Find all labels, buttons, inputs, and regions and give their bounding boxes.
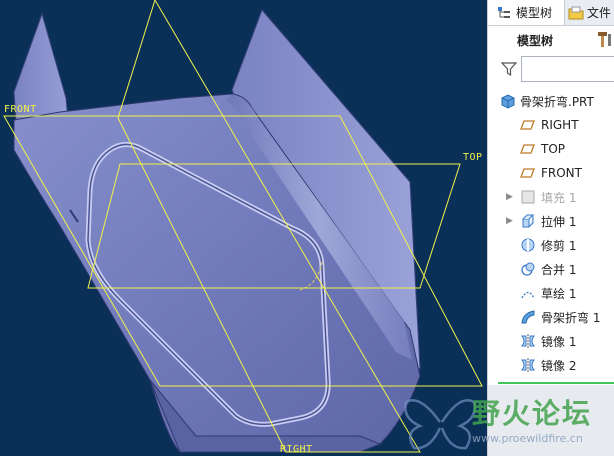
tree-filter-input[interactable] [521,56,614,82]
tree-item-label: RIGHT [541,118,579,132]
datum-label-top: TOP [463,152,483,163]
tree-toolbar-title: 模型树 [517,34,554,48]
hammer-settings-icon[interactable] [595,30,613,48]
filter-row [488,54,614,86]
datum-plane-icon [520,117,536,133]
tree-item-label: 修剪 1 [541,238,577,253]
tree-item[interactable]: 镜像 1 [488,329,614,353]
watermark-title: 野火论坛 [472,397,593,430]
tree-item-label: 骨架折弯 1 [541,310,601,325]
mirror-icon [520,333,536,349]
tree-root-part[interactable]: 骨架折弯.PRT [488,89,614,113]
sketch-icon [520,285,536,301]
tree-item[interactable]: ▶ 拉伸 1 [488,209,614,233]
mirror-icon [520,357,536,373]
tree-item-label: 合并 1 [541,262,577,277]
tree-item[interactable]: 草绘 1 [488,281,614,305]
tree-item[interactable]: 骨架折弯 1 [488,305,614,329]
filter-funnel-icon[interactable] [500,61,518,77]
tree-item-label: 镜像 1 [541,334,577,349]
tree-item-label: FRONT [541,166,582,180]
watermark-url: www.proewildfire.cn [472,432,583,445]
spinal-bend-icon [520,309,536,325]
datum-label-right: RIGHT [280,444,313,455]
panel-tab-bar: 模型树 文件 [488,0,614,26]
tree-item-label: 镜像 2 [541,358,577,373]
tab-file[interactable]: 文件 [568,0,614,25]
merge-icon [520,261,536,277]
tree-item[interactable]: 修剪 1 [488,233,614,257]
tab-model-tree[interactable]: 模型树 [488,0,565,25]
part-icon [500,93,516,109]
tree-item-label: 草绘 1 [541,286,577,301]
tree-item[interactable]: TOP [488,137,614,161]
site-watermark: 野火论坛 www.proewildfire.cn [400,388,614,456]
tree-item-label: TOP [541,142,566,156]
tree-item-label: 拉伸 1 [541,214,577,229]
tree-item[interactable]: FRONT [488,161,614,185]
tree-item-label: 骨架折弯.PRT [520,94,594,109]
expand-arrow-icon[interactable]: ▶ [506,216,513,226]
tree-toolbar: 模型树 [488,26,614,52]
tree-item[interactable]: RIGHT [488,113,614,137]
folder-tab-icon [568,5,584,21]
model-tree-tab-icon [496,5,512,21]
fill-icon [520,189,536,205]
extrude-icon [520,213,536,229]
datum-plane-icon [520,165,536,181]
tree-item[interactable]: 合并 1 [488,257,614,281]
expand-arrow-icon[interactable]: ▶ [506,192,513,202]
tab-file-label: 文件 [587,6,612,20]
tree-item[interactable]: ▶ 填充 1 [488,185,614,209]
trim-icon [520,237,536,253]
tree-item[interactable]: 镜像 2 [488,353,614,377]
tree-item-label: 填充 1 [541,190,577,205]
tab-model-tree-label: 模型树 [516,6,553,20]
datum-plane-icon [520,141,536,157]
tree-divider [498,382,614,384]
datum-label-front: FRONT [4,104,37,115]
